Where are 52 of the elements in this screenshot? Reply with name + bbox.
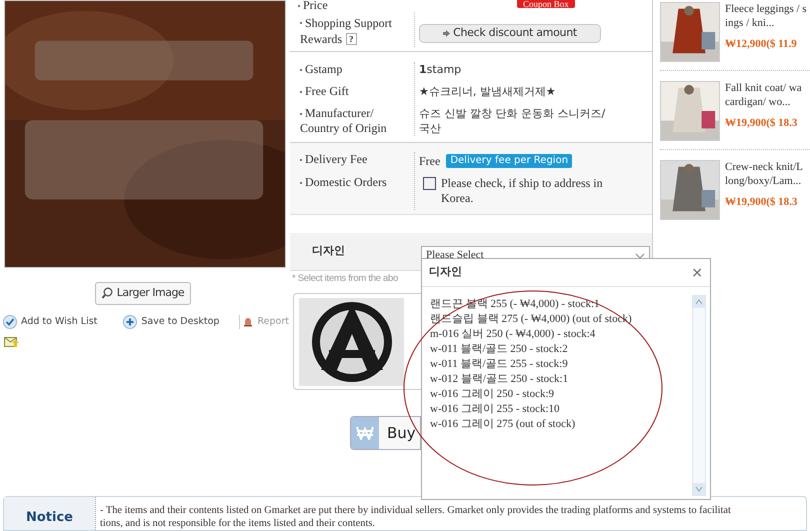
scrollbar[interactable] xyxy=(692,295,706,496)
close-button[interactable]: × xyxy=(691,266,703,280)
product-price: ₩19,900($ 18.3 xyxy=(725,116,798,130)
check-discount-button[interactable]: Check discount amount xyxy=(419,24,601,43)
detail-value: ★슈크리너, 발냄새제거제★ xyxy=(419,84,557,99)
chevron-down-icon xyxy=(635,252,645,258)
popup-title: 디자인 xyxy=(429,264,462,280)
detail-label: Gstamp xyxy=(300,62,410,77)
detail-label: Manufacturer/ Country of Origin xyxy=(300,106,388,136)
option-item[interactable]: m-016 실버 250 (- ₩4,000) - stock:4 xyxy=(430,327,692,342)
larger-image-button[interactable]: Larger Image xyxy=(94,282,192,305)
option-item[interactable]: w-016 그레이 255 - stock:10 xyxy=(430,402,692,417)
product-title-link[interactable]: Crew-neck knit/L long/boxy/Lam... xyxy=(725,160,803,188)
scroll-up-icon[interactable] xyxy=(693,296,705,308)
product-price: ₩19,900($ 18.3 xyxy=(725,195,798,209)
save-desktop-link[interactable]: Save to Desktop xyxy=(123,315,220,330)
envelope-icon[interactable] xyxy=(4,336,19,348)
delivery-value: Free xyxy=(419,153,440,170)
magnifier-icon xyxy=(102,287,115,300)
detail-label: Free Gift xyxy=(300,84,410,99)
buy-button[interactable]: Buy xyxy=(350,416,421,450)
select-hint: * Select items from the abo xyxy=(291,272,398,286)
product-title-link[interactable]: Fleece leggings / s ings / kni... xyxy=(725,2,807,30)
plus-icon xyxy=(123,315,138,330)
option-item[interactable]: w-011 블랙/골드 255 - stock:9 xyxy=(430,357,692,372)
scroll-down-icon[interactable] xyxy=(693,483,705,495)
rewards-label: Rewards xyxy=(300,31,342,47)
domestic-text: Please check, if ship to address in Korea. xyxy=(441,176,604,206)
help-badge[interactable]: ? xyxy=(346,33,356,45)
option-item[interactable]: w-011 블랙/골드 250 - stock:2 xyxy=(430,342,692,357)
notice-text: - The items and their contents listed on Gmarket are put there by individual sellers. Gmarket only provides the trading platforms and systems to facilitat tions, and is not responsible for the items listed and their contents. xyxy=(99,504,731,530)
delivery-label: Delivery Fee xyxy=(300,152,414,167)
domestic-checkbox[interactable] xyxy=(423,177,436,190)
coupon-badge[interactable]: Coupon Box xyxy=(517,0,575,8)
option-item[interactable]: w-012 블랙/골드 250 - stock:1 xyxy=(430,372,692,387)
option-item[interactable]: w-016 그레이 250 - stock:9 xyxy=(430,387,692,402)
option-item[interactable]: w-016 그레이 275 (out of stock) xyxy=(430,417,692,432)
arrow-icon xyxy=(443,30,450,37)
notice-label: Notice xyxy=(4,497,96,530)
option-label: 디자인 xyxy=(311,243,346,260)
option-item[interactable]: 랜드끈 블랙 255 (- ₩4,000) - stock:1 xyxy=(430,297,692,312)
product-title-link[interactable]: Fall knit coat/ wa cardigan/ wo... xyxy=(725,81,802,109)
domestic-label: Domestic Orders xyxy=(300,175,414,210)
wish-list-link[interactable]: Add to Wish List xyxy=(3,315,98,330)
detail-value: 1stamp xyxy=(419,62,462,77)
bell-icon xyxy=(243,317,254,328)
won-icon xyxy=(356,426,374,440)
check-icon xyxy=(3,315,17,330)
product-price: ₩12,900($ 11.9 xyxy=(725,37,798,51)
price-label: Price xyxy=(298,0,328,12)
rewards-label: Shopping Support xyxy=(305,15,392,31)
detail-value: 슈즈 신발 깔창 단화 운동화 스니커즈/ 국산 xyxy=(419,106,606,136)
